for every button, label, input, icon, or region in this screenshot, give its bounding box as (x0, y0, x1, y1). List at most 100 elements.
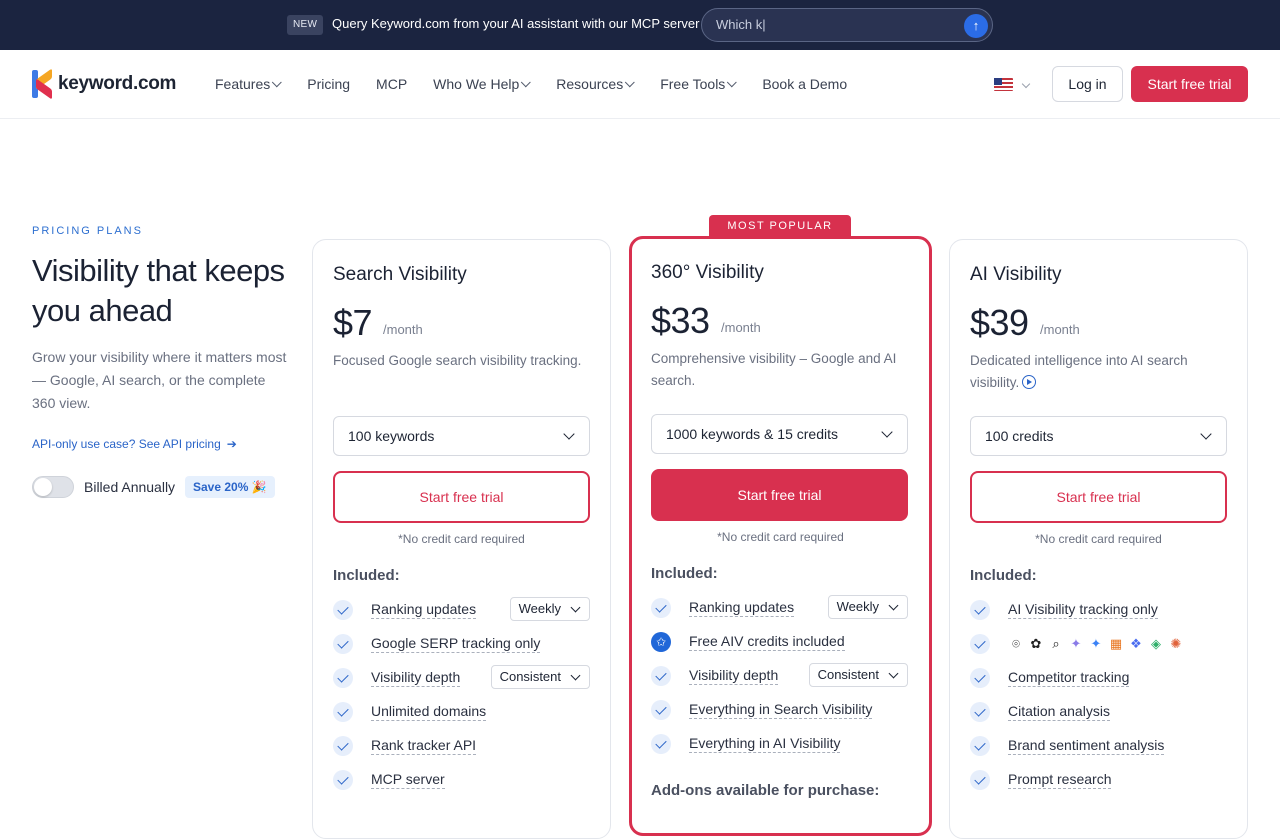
keywords-select[interactable]: 100 keywords (333, 416, 590, 456)
logo[interactable]: keyword.com (32, 68, 177, 100)
mcp-query-box[interactable]: ↑ (701, 8, 993, 42)
no-credit-card-note: *No credit card required (717, 530, 844, 544)
no-credit-card-note: *No credit card required (398, 532, 525, 546)
start-trial-button[interactable]: Start free trial (333, 471, 590, 523)
feature-item: Ranking updates Weekly (333, 597, 590, 621)
nav-item-book-demo[interactable]: Book a Demo (762, 76, 847, 92)
visibility-depth-select[interactable]: Consistent (808, 663, 908, 687)
mcp-query-input[interactable] (716, 17, 956, 32)
chevron-down-icon (272, 76, 282, 87)
plan-card-ai: AI Visibility $39 /month Dedicated intel… (949, 239, 1248, 839)
nav-item-free-tools[interactable]: Free Tools (660, 76, 738, 92)
plan-period: /month (721, 320, 761, 335)
login-button[interactable]: Log in (1052, 66, 1123, 102)
nav-item-features[interactable]: Features (215, 76, 282, 92)
keyword-logo-icon (32, 68, 52, 100)
deepseek-icon: ❖ (1130, 636, 1142, 651)
nav-item-pricing[interactable]: Pricing (307, 76, 350, 92)
check-icon (651, 666, 671, 686)
pricing-eyebrow: PRICING PLANS (32, 225, 143, 237)
credits-select[interactable]: 100 credits (970, 416, 1227, 456)
new-badge: NEW (287, 15, 324, 35)
feature-item: Visibility depth Consistent (333, 665, 590, 689)
chatgpt-icon: ⌾ (1012, 636, 1020, 651)
us-flag-icon[interactable] (994, 77, 1014, 91)
arrow-up-icon[interactable]: ↑ (964, 14, 988, 38)
nav-menu: Features Pricing MCP Who We Help Resourc… (215, 76, 873, 92)
feature-item: Citation analysis (970, 701, 1227, 723)
update-frequency-select[interactable]: Weekly (827, 595, 908, 619)
nav-item-who-we-help[interactable]: Who We Help (433, 76, 532, 92)
check-icon (651, 598, 671, 618)
chevron-down-icon[interactable] (1021, 79, 1031, 89)
check-icon (970, 702, 990, 722)
plan-price: $39 (970, 302, 1029, 343)
api-pricing-link[interactable]: API-only use case? See API pricing ➔ (32, 437, 237, 451)
billing-label: Billed Annually (84, 479, 176, 495)
gemini-icon: ✦ (1070, 636, 1082, 651)
check-icon (970, 600, 990, 620)
chevron-down-icon (1200, 428, 1212, 440)
no-credit-card-note: *No credit card required (1035, 532, 1162, 546)
keywords-credits-select[interactable]: 1000 keywords & 15 credits (651, 414, 908, 454)
start-trial-button[interactable]: Start free trial (970, 471, 1227, 523)
check-icon (333, 702, 353, 722)
main-nav: keyword.com Features Pricing MCP Who We … (0, 50, 1280, 119)
feature-item: Prompt research (970, 769, 1227, 791)
check-icon (333, 668, 353, 688)
feature-item: Everything in AI Visibility (651, 733, 908, 755)
check-icon (333, 770, 353, 790)
star-icon: ✩ (651, 632, 671, 652)
visibility-depth-select[interactable]: Consistent (490, 665, 590, 689)
feature-item: AI Visibility tracking only (970, 599, 1227, 621)
plan-name: 360° Visibility (651, 262, 764, 283)
plan-price: $7 (333, 302, 373, 343)
plan-period: /month (383, 322, 423, 337)
check-icon (333, 736, 353, 756)
included-heading: Included: (333, 567, 400, 584)
plan-description: Focused Google search visibility trackin… (333, 353, 582, 368)
page-title: Visibility that keeps you ahead (32, 253, 285, 328)
play-icon[interactable] (1022, 375, 1037, 389)
plan-card-360: 360° Visibility $33 /month Comprehensive… (629, 236, 932, 836)
start-trial-button[interactable]: Start free trial (651, 469, 908, 521)
feature-item: Ranking updates Weekly (651, 595, 908, 619)
check-icon (651, 700, 671, 720)
check-icon (333, 600, 353, 620)
intro-subtext: Grow your visibility where it matters mo… (32, 349, 287, 411)
copilot-icon: ◈ (1151, 636, 1161, 651)
mistral-icon: ▦ (1109, 636, 1123, 651)
billing-toggle[interactable] (32, 476, 74, 498)
ai-engine-logos: ⌾ ✿ ⌕ ✦ ✦ ▦ ❖ ◈ ✺ (1008, 636, 1184, 652)
google-ai-icon: ✦ (1090, 636, 1102, 651)
check-icon (970, 736, 990, 756)
arrow-right-icon: ➔ (226, 437, 237, 451)
anthropic-icon: ✺ (1170, 636, 1182, 651)
feature-item: Rank tracker API (333, 735, 590, 757)
feature-item: ✩ Free AIV credits included (651, 631, 908, 653)
check-icon (970, 634, 990, 654)
announcement-bar: NEW Query Keyword.com from your AI assis… (0, 0, 1280, 50)
chevron-down-icon (727, 76, 738, 87)
check-icon (970, 770, 990, 790)
plan-description: Comprehensive visibility – Google and AI… (651, 351, 897, 388)
feature-item: MCP server (333, 769, 590, 791)
update-frequency-select[interactable]: Weekly (509, 597, 590, 621)
chevron-down-icon (521, 76, 532, 87)
plan-description: Dedicated intelligence into AI search vi… (970, 353, 1188, 390)
feature-item: Visibility depth Consistent (651, 663, 908, 687)
check-icon (333, 634, 353, 654)
logo-text: keyword.com (58, 73, 177, 94)
included-heading: Included: (970, 567, 1037, 584)
included-heading: Included: (651, 565, 718, 582)
feature-item: Everything in Search Visibility (651, 699, 908, 721)
nav-item-mcp[interactable]: MCP (376, 76, 407, 92)
claude-icon: ✿ (1030, 636, 1042, 651)
plan-price: $33 (651, 300, 710, 341)
plan-name: AI Visibility (970, 264, 1062, 285)
perplexity-icon: ⌕ (1052, 636, 1060, 651)
nav-item-resources[interactable]: Resources (556, 76, 635, 92)
start-trial-nav-button[interactable]: Start free trial (1131, 66, 1248, 102)
plan-card-search: Search Visibility $7 /month Focused Goog… (312, 239, 611, 839)
chevron-down-icon (881, 426, 893, 438)
